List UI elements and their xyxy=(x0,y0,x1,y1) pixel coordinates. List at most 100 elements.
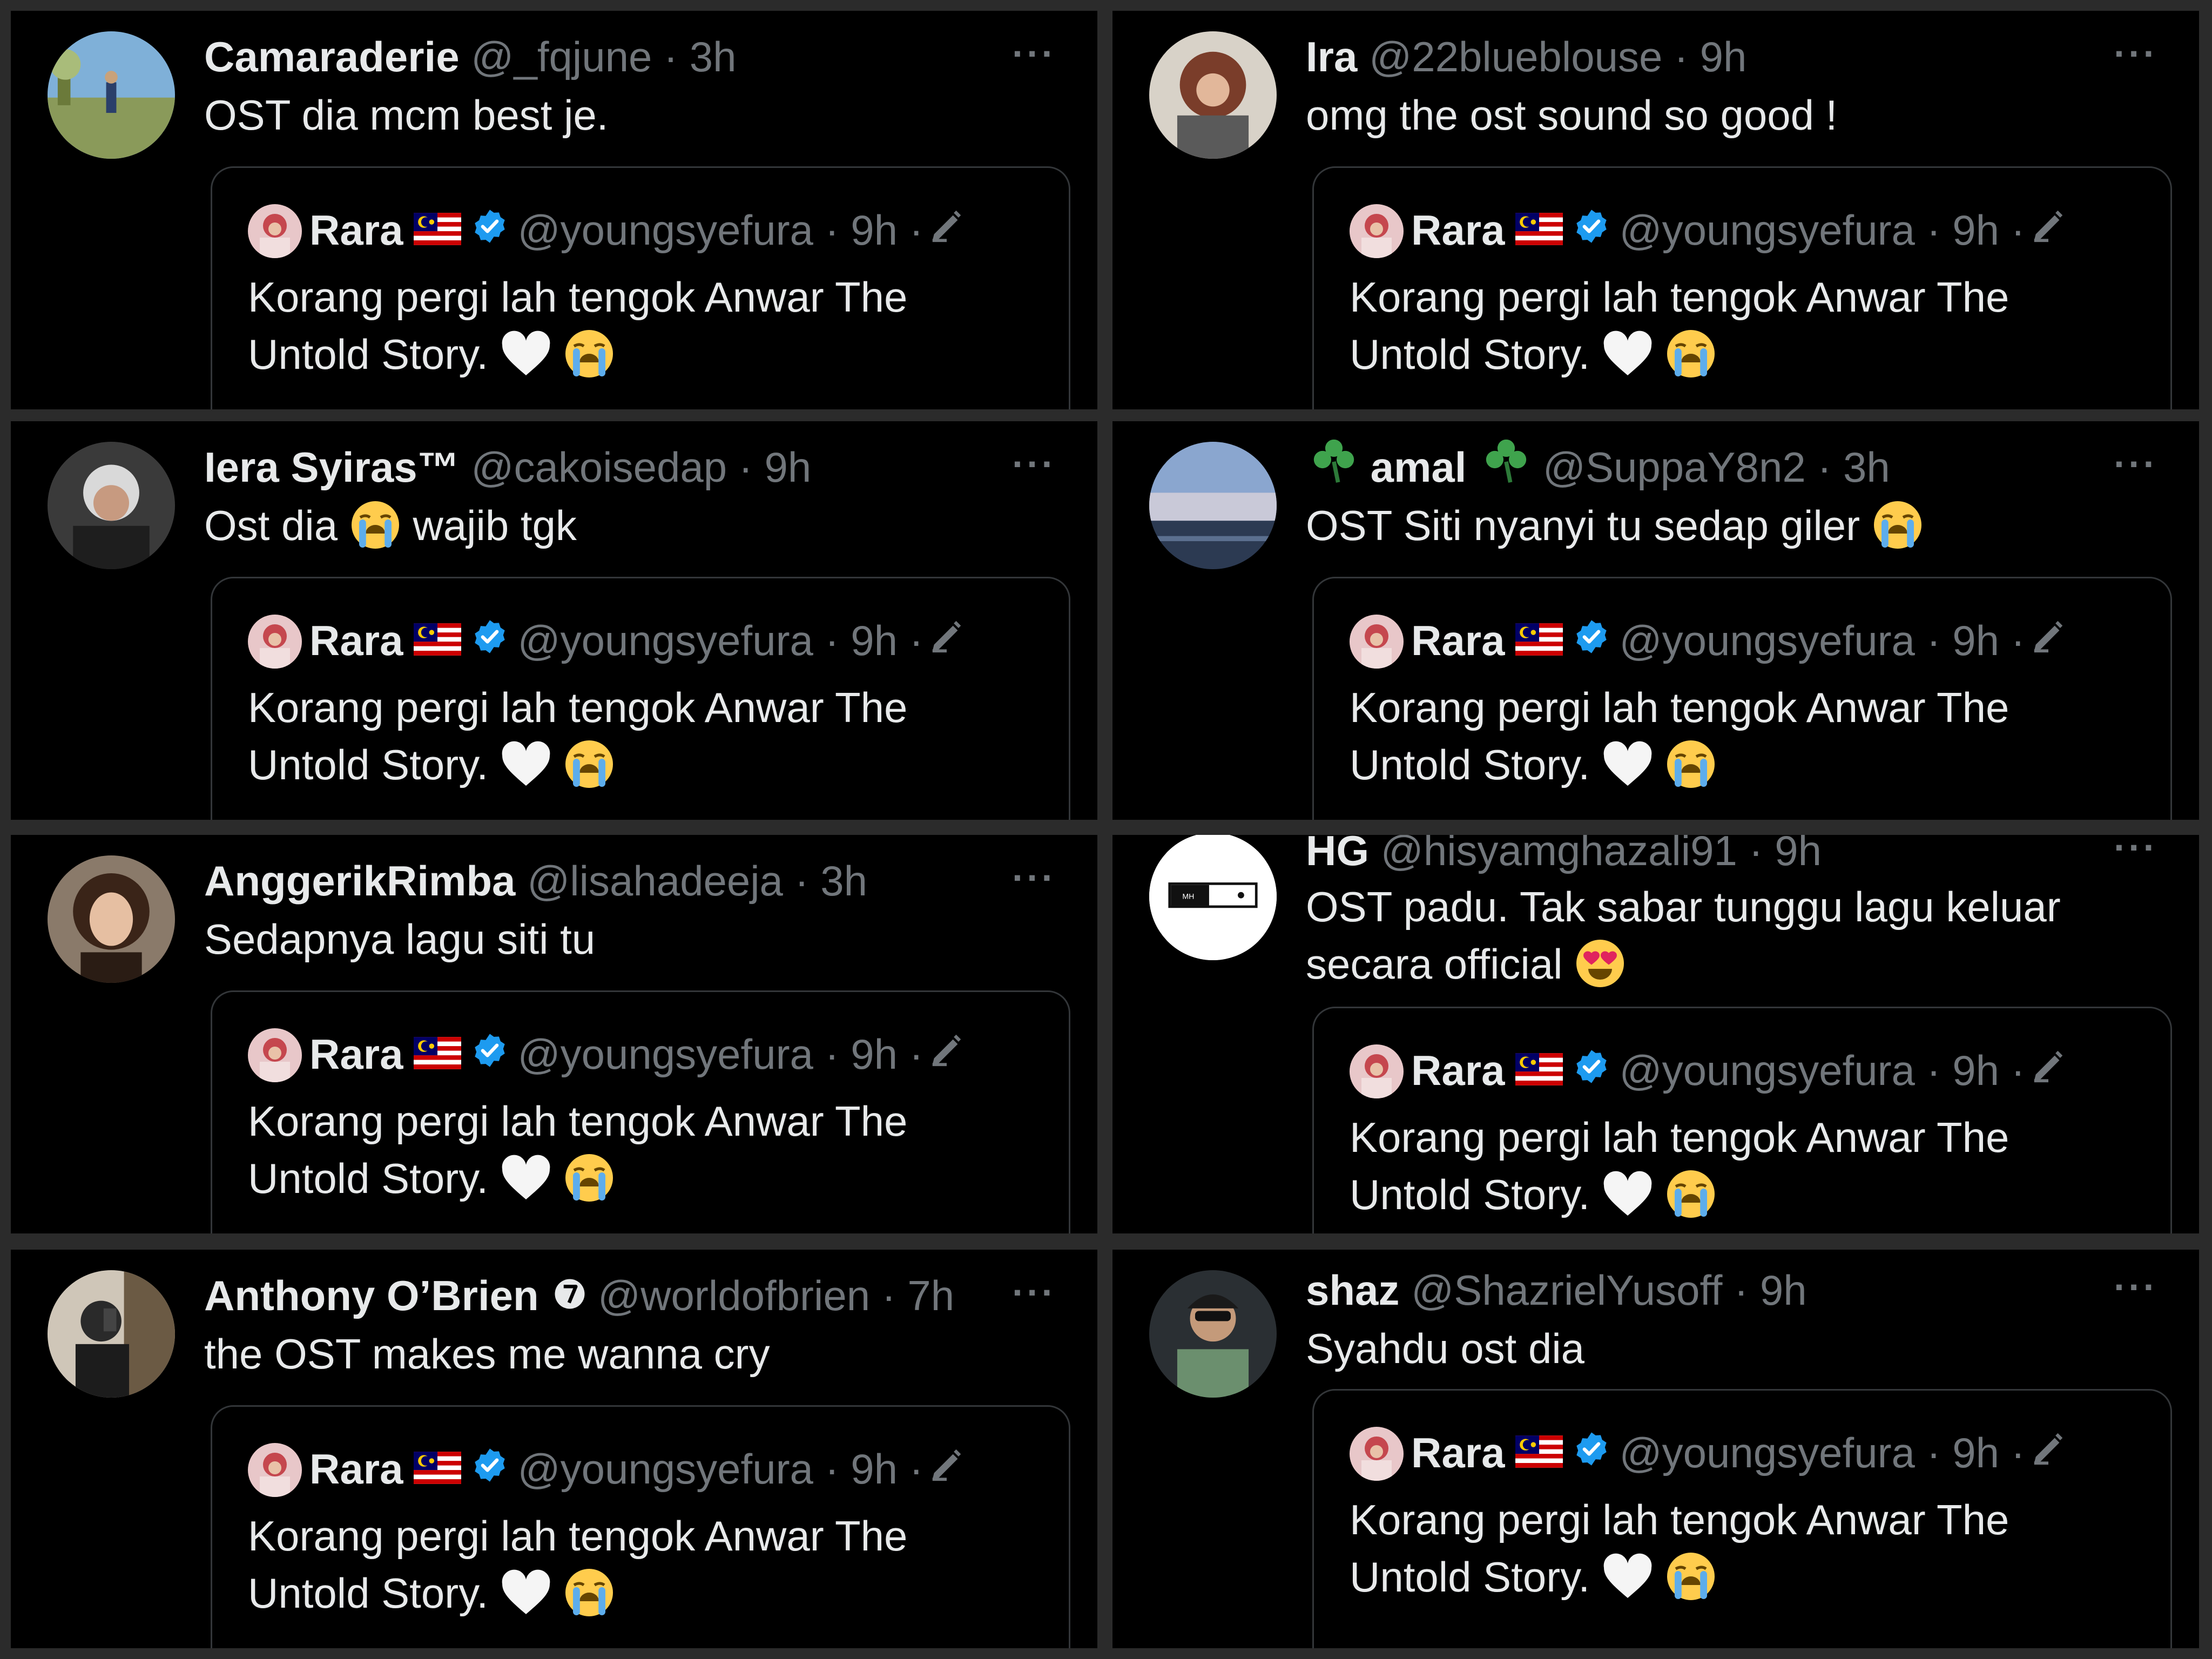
number-7-circle-icon xyxy=(554,1266,586,1325)
more-options-icon[interactable]: ··· xyxy=(1012,35,1056,72)
tweet-card[interactable]: Iera Syiras™ @cakoisedap · 9h ··· Ost di… xyxy=(11,421,1097,820)
tweet-card[interactable]: MH HG @hisyamghazali91 · 9h ··· OST padu… xyxy=(1112,835,2199,1233)
quoted-tweet[interactable]: Rara @youngsyefura · 9h · Korang pergi l… xyxy=(1312,1389,2172,1648)
more-options-icon[interactable]: ··· xyxy=(2114,445,2158,483)
avatar[interactable] xyxy=(48,855,175,983)
more-options-icon[interactable]: ··· xyxy=(1012,859,1056,896)
quoted-author-name[interactable]: Rara xyxy=(1411,617,1505,664)
author-handle[interactable]: @lisahadeeja xyxy=(527,857,783,905)
quoted-timestamp[interactable]: 9h xyxy=(1952,206,1999,254)
author-name[interactable]: Camaraderie xyxy=(204,33,460,80)
tweet-card[interactable]: Anthony O’Brien @worldofbrien · 7h ··· t… xyxy=(11,1250,1097,1648)
malaysia-flag-icon xyxy=(1515,1424,1563,1483)
separator-dot: · xyxy=(1734,1266,1749,1314)
quoted-timestamp[interactable]: 9h xyxy=(851,1030,898,1078)
author-handle[interactable]: @hisyamghazali91 xyxy=(1381,835,1737,874)
quoted-timestamp[interactable]: 9h xyxy=(851,1445,898,1493)
more-options-icon[interactable]: ··· xyxy=(1012,1273,1056,1311)
quoted-author-name[interactable]: Rara xyxy=(1411,206,1505,254)
quoted-text-line-2: Untold Story. xyxy=(248,326,1015,383)
quoted-tweet[interactable]: Rara @youngsyefura · 9h · Korang pergi l… xyxy=(1312,166,2172,409)
quoted-author-name[interactable]: Rara xyxy=(309,1030,403,1078)
avatar[interactable] xyxy=(48,1270,175,1398)
tweet-card[interactable]: AnggerikRimba @lisahadeeja · 3h ··· Seda… xyxy=(11,835,1097,1233)
separator-dot: · xyxy=(1817,443,1832,491)
more-options-icon[interactable]: ··· xyxy=(2114,835,2158,866)
separator-dot: · xyxy=(664,33,678,80)
quoted-tweet[interactable]: Rara @youngsyefura · 9h · Korang pergi l… xyxy=(1312,1007,2172,1233)
quoted-author-handle[interactable]: @youngsyefura xyxy=(1619,206,1915,254)
avatar[interactable] xyxy=(1149,31,1277,159)
author-name[interactable]: AnggerikRimba xyxy=(204,857,515,905)
quoted-author-name[interactable]: Rara xyxy=(309,206,403,254)
quoted-timestamp[interactable]: 9h xyxy=(1952,617,1999,664)
quoted-timestamp[interactable]: 9h xyxy=(851,206,898,254)
author-handle[interactable]: @ShazrielYusoff xyxy=(1411,1266,1722,1314)
avatar[interactable] xyxy=(1149,1270,1277,1398)
author-handle[interactable]: @SuppaY8n2 xyxy=(1543,443,1806,491)
avatar[interactable]: MH xyxy=(1149,835,1277,960)
quoted-tweet[interactable]: Rara @youngsyefura · 9h · Korang pergi l… xyxy=(211,1405,1070,1648)
author-handle[interactable]: @cakoisedap xyxy=(471,443,727,491)
tweet-card[interactable]: Ira @22blueblouse · 9h ··· omg the ost s… xyxy=(1112,11,2199,409)
avatar[interactable] xyxy=(1149,442,1277,569)
quoted-tweet[interactable]: Rara @youngsyefura · 9h · Korang pergi l… xyxy=(1312,577,2172,820)
loudly-crying-face-icon xyxy=(563,1567,615,1618)
author-handle[interactable]: @22blueblouse xyxy=(1369,33,1662,80)
quoted-text-line-2: Untold Story. xyxy=(248,1564,1015,1622)
quoted-author-handle[interactable]: @youngsyefura xyxy=(517,206,813,254)
tweet-card[interactable]: Camaraderie @_fqjune · 3h ··· OST dia mc… xyxy=(11,11,1097,409)
avatar[interactable] xyxy=(48,31,175,159)
separator-dot: · xyxy=(1926,617,1941,664)
quoted-author-handle[interactable]: @youngsyefura xyxy=(517,617,813,664)
author-name[interactable]: Iera Syiras™ xyxy=(204,443,460,491)
shamrock-icon xyxy=(1309,435,1359,500)
timestamp[interactable]: 3h xyxy=(820,857,867,905)
tweet-text: Ost dia wajib tgk xyxy=(204,497,1057,554)
verified-badge-icon xyxy=(471,1025,509,1084)
author-handle[interactable]: @_fqjune xyxy=(471,33,652,80)
quoted-author-name[interactable]: Rara xyxy=(309,617,403,664)
malaysia-flag-icon xyxy=(1515,201,1563,260)
quoted-author-handle[interactable]: @youngsyefura xyxy=(517,1030,813,1078)
separator-dot: · xyxy=(909,1445,923,1493)
timestamp[interactable]: 9h xyxy=(764,443,811,491)
quoted-tweet[interactable]: Rara @youngsyefura · 9h · Korang pergi l… xyxy=(211,577,1070,820)
loudly-crying-face-icon xyxy=(1665,738,1717,790)
quoted-author-name[interactable]: Rara xyxy=(1411,1429,1505,1476)
quoted-tweet[interactable]: Rara @youngsyefura · 9h · Korang pergi l… xyxy=(211,990,1070,1233)
quoted-timestamp[interactable]: 9h xyxy=(1952,1429,1999,1476)
tweet-card[interactable]: shaz @ShazrielYusoff · 9h ··· Syahdu ost… xyxy=(1112,1250,2199,1648)
quoted-author-name[interactable]: Rara xyxy=(1411,1047,1505,1094)
more-options-icon[interactable]: ··· xyxy=(2114,35,2158,72)
tweet-card[interactable]: amal @SuppaY8n2 · 3h ··· OST Siti nyanyi… xyxy=(1112,421,2199,820)
quoted-avatar xyxy=(1350,1044,1404,1099)
author-name[interactable]: HG xyxy=(1306,835,1369,874)
loudly-crying-face-icon xyxy=(1665,328,1717,380)
timestamp[interactable]: 7h xyxy=(907,1272,954,1319)
quoted-author-handle[interactable]: @youngsyefura xyxy=(1619,617,1915,664)
timestamp[interactable]: 3h xyxy=(690,33,737,80)
quoted-author-handle[interactable]: @youngsyefura xyxy=(517,1445,813,1493)
timestamp[interactable]: 9h xyxy=(1700,33,1747,80)
author-name[interactable]: amal xyxy=(1371,443,1467,491)
quoted-timestamp[interactable]: 9h xyxy=(1952,1047,1999,1094)
quoted-tweet[interactable]: Rara @youngsyefura · 9h · Korang pergi l… xyxy=(211,166,1070,409)
quoted-timestamp[interactable]: 9h xyxy=(851,617,898,664)
avatar[interactable] xyxy=(48,442,175,569)
more-options-icon[interactable]: ··· xyxy=(2114,1268,2158,1306)
author-name[interactable]: shaz xyxy=(1306,1266,1399,1314)
author-name[interactable]: Anthony O’Brien xyxy=(204,1272,539,1319)
timestamp[interactable]: 9h xyxy=(1760,1266,1807,1314)
quoted-author-handle[interactable]: @youngsyefura xyxy=(1619,1429,1915,1476)
author-handle[interactable]: @worldofbrien xyxy=(598,1272,870,1319)
timestamp[interactable]: 3h xyxy=(1843,443,1890,491)
quoted-author-handle[interactable]: @youngsyefura xyxy=(1619,1047,1915,1094)
author-name[interactable]: Ira xyxy=(1306,33,1357,80)
tweet-author-line: Anthony O’Brien @worldofbrien · 7h xyxy=(204,1266,954,1325)
separator-dot: · xyxy=(738,443,753,491)
more-options-icon[interactable]: ··· xyxy=(1012,445,1056,483)
quoted-text-line-2: Untold Story. xyxy=(1350,1166,2116,1223)
quoted-author-name[interactable]: Rara xyxy=(309,1445,403,1493)
timestamp[interactable]: 9h xyxy=(1775,835,1822,874)
